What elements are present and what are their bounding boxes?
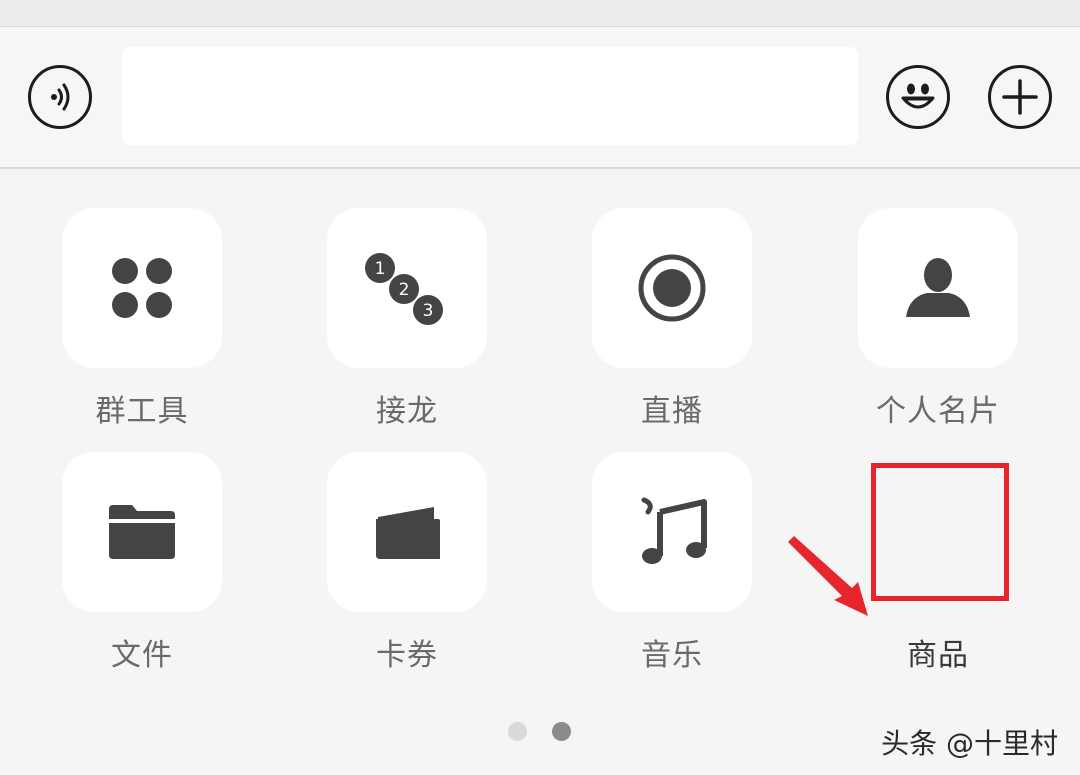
chat-input-bar	[0, 27, 1080, 169]
svg-text:3: 3	[423, 301, 434, 321]
grid-item-contact-card[interactable]: 个人名片	[858, 208, 1018, 430]
numbered-chain-icon: 1 2 3	[365, 253, 443, 325]
smiley-icon	[901, 83, 935, 109]
music-note-icon	[641, 497, 707, 564]
grid-item-music[interactable]: 音乐	[592, 452, 752, 674]
svg-text:2: 2	[399, 280, 410, 300]
grid-item-label: 商品	[907, 638, 969, 673]
live-record-icon	[638, 254, 706, 322]
grid-item-label: 卡券	[376, 638, 438, 673]
red-highlight-box	[871, 463, 1009, 601]
tile-file[interactable]	[62, 452, 222, 612]
more-plus-button[interactable]	[988, 65, 1052, 129]
grid-item-live[interactable]: 直播	[592, 208, 752, 430]
tile-music[interactable]	[592, 452, 752, 612]
folder-icon	[109, 505, 175, 559]
page-indicator	[508, 722, 571, 741]
page-dot-1[interactable]	[508, 722, 527, 741]
status-strip	[0, 0, 1080, 27]
grid-item-label: 接龙	[376, 394, 438, 429]
grid-item-group-tools[interactable]: 群工具	[62, 208, 222, 430]
grid-item-label: 直播	[641, 394, 703, 429]
tile-group-tools[interactable]	[62, 208, 222, 368]
grid-item-coupon[interactable]: 卡券	[327, 452, 487, 674]
group-tools-icon	[112, 258, 172, 318]
emoji-button[interactable]	[886, 65, 950, 129]
voice-button[interactable]	[28, 65, 92, 129]
grid-item-chain[interactable]: 1 2 3 接龙	[327, 208, 487, 430]
message-input[interactable]	[122, 47, 858, 145]
plus-icon	[1002, 79, 1038, 115]
grid-item-label: 个人名片	[876, 394, 1000, 429]
grid-item-file[interactable]: 文件	[62, 452, 222, 674]
tile-chain[interactable]: 1 2 3	[327, 208, 487, 368]
grid-item-label: 音乐	[641, 638, 703, 673]
person-icon	[906, 258, 970, 317]
tile-contact-card[interactable]	[858, 208, 1018, 368]
wallet-card-icon	[376, 507, 440, 559]
grid-item-label: 文件	[111, 638, 173, 673]
tile-live[interactable]	[592, 208, 752, 368]
tile-coupon[interactable]	[327, 452, 487, 612]
page-dot-2-active[interactable]	[552, 722, 571, 741]
grid-item-label: 群工具	[95, 394, 189, 429]
voice-icon	[51, 83, 70, 111]
watermark-text: 头条 @十里村	[881, 727, 1058, 760]
red-arrow-annotation	[788, 536, 868, 616]
svg-text:1: 1	[375, 259, 386, 279]
